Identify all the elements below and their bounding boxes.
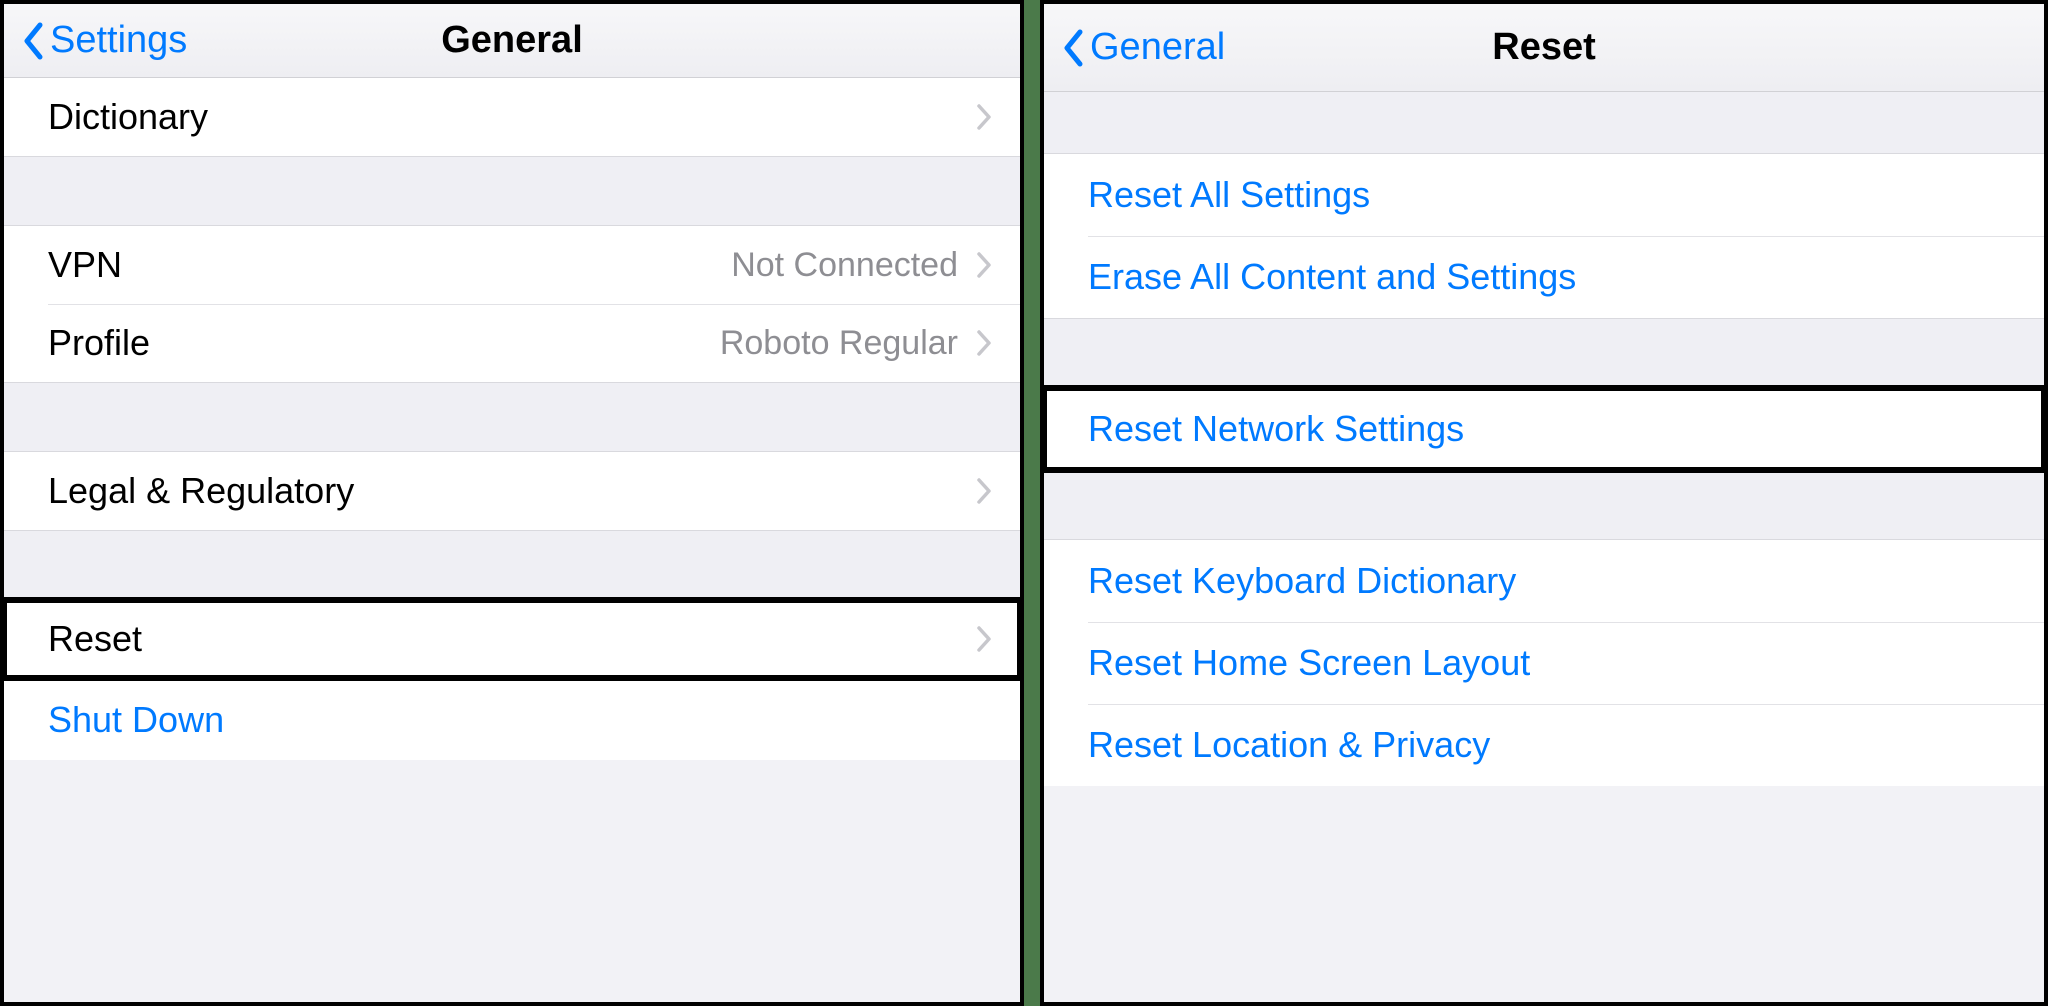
row-label: Dictionary xyxy=(48,96,976,138)
section-gap xyxy=(4,156,1020,226)
row-vpn[interactable]: VPN Not Connected xyxy=(4,226,1020,304)
row-label: Reset All Settings xyxy=(1088,174,2016,216)
chevron-right-icon xyxy=(976,329,992,357)
row-label: Shut Down xyxy=(48,699,992,741)
chevron-right-icon xyxy=(976,625,992,653)
row-reset-network[interactable]: Reset Network Settings xyxy=(1044,388,2044,470)
row-profile[interactable]: Profile Roboto Regular xyxy=(4,304,1020,382)
back-label: Settings xyxy=(50,19,187,62)
row-erase-all[interactable]: Erase All Content and Settings xyxy=(1044,236,2044,318)
row-reset-home[interactable]: Reset Home Screen Layout xyxy=(1044,622,2044,704)
row-reset-all[interactable]: Reset All Settings xyxy=(1044,154,2044,236)
chevron-left-icon xyxy=(1062,29,1084,67)
row-label: Erase All Content and Settings xyxy=(1088,256,2016,298)
back-to-settings[interactable]: Settings xyxy=(22,4,187,77)
section-gap xyxy=(1044,318,2044,388)
row-shutdown[interactable]: Shut Down xyxy=(4,678,1020,760)
row-legal[interactable]: Legal & Regulatory xyxy=(4,452,1020,530)
chevron-left-icon xyxy=(22,22,44,60)
row-dictionary[interactable]: Dictionary xyxy=(4,78,1020,156)
row-label: VPN xyxy=(48,244,731,286)
page-title: General xyxy=(441,19,583,62)
general-settings-panel: Settings General Dictionary VPN Not Conn… xyxy=(0,0,1024,1006)
row-label: Reset Network Settings xyxy=(1088,408,2016,450)
row-label: Reset xyxy=(48,618,976,660)
chevron-right-icon xyxy=(976,251,992,279)
row-label: Reset Location & Privacy xyxy=(1088,724,2016,766)
row-label: Reset Keyboard Dictionary xyxy=(1088,560,2016,602)
row-label: Profile xyxy=(48,322,720,364)
back-to-general[interactable]: General xyxy=(1062,4,1225,91)
chevron-right-icon xyxy=(976,477,992,505)
row-reset-location[interactable]: Reset Location & Privacy xyxy=(1044,704,2044,786)
navbar-reset: General Reset xyxy=(1044,4,2044,92)
section-gap xyxy=(1044,92,2044,154)
row-reset[interactable]: Reset xyxy=(4,600,1020,678)
section-gap xyxy=(1044,470,2044,540)
page-title: Reset xyxy=(1492,26,1596,69)
row-value: Roboto Regular xyxy=(720,324,958,363)
row-label: Reset Home Screen Layout xyxy=(1088,642,2016,684)
section-gap xyxy=(4,530,1020,600)
row-label: Legal & Regulatory xyxy=(48,470,976,512)
section-gap xyxy=(4,382,1020,452)
reset-settings-panel: General Reset Reset All Settings Erase A… xyxy=(1040,0,2048,1006)
navbar-general: Settings General xyxy=(4,4,1020,78)
back-label: General xyxy=(1090,26,1225,69)
chevron-right-icon xyxy=(976,103,992,131)
row-reset-keyboard[interactable]: Reset Keyboard Dictionary xyxy=(1044,540,2044,622)
row-value: Not Connected xyxy=(731,246,958,285)
